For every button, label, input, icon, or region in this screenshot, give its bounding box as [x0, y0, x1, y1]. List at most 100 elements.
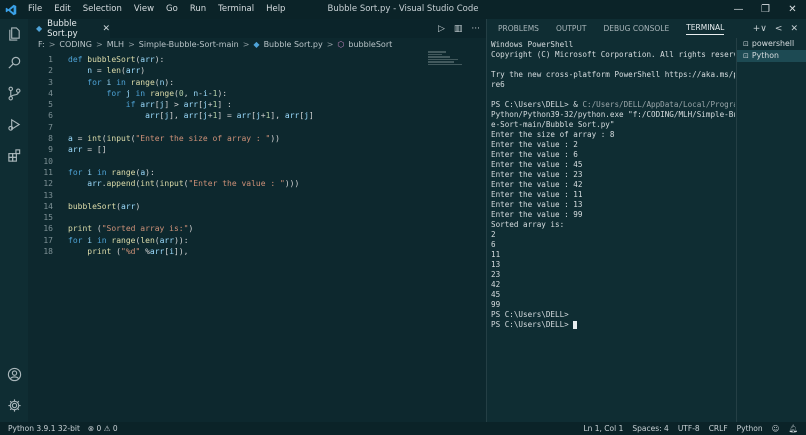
source-control-icon[interactable]	[0, 79, 28, 107]
code-line: 10	[43, 156, 53, 166]
feedback-icon[interactable]: ☺	[772, 424, 780, 433]
breadcrumb-drive[interactable]: F:	[38, 40, 45, 49]
code-line: 13	[43, 190, 53, 200]
code-line: 7	[48, 122, 53, 132]
explorer-icon[interactable]	[0, 19, 28, 47]
language-mode[interactable]: Python	[737, 424, 763, 433]
indentation[interactable]: Spaces: 4	[632, 424, 668, 433]
tab-output[interactable]: OUTPUT	[556, 24, 587, 33]
title-bar: File Edit Selection View Go Run Terminal…	[0, 0, 806, 19]
tab-problems[interactable]: PROBLEMS	[498, 24, 539, 33]
problems-count[interactable]: ⊗ 0 ⚠ 0	[88, 424, 118, 433]
editor-actions: ▷ ▥ ···	[438, 19, 480, 38]
menu-go[interactable]: Go	[160, 0, 184, 19]
breadcrumb-separator-icon: >	[242, 40, 250, 49]
panel-actions: +∨ < ✕	[753, 19, 798, 38]
code-line: 16 print ("Sorted array is:")	[43, 224, 194, 234]
menu-run[interactable]: Run	[184, 0, 212, 19]
terminal-line: 13	[491, 260, 501, 269]
terminal-line: Enter the value : 11	[491, 190, 583, 199]
maximize-button[interactable]: ❐	[752, 0, 779, 19]
terminal-command-line: PS C:\Users\DELL> & C:/Users/DELL/AppDat…	[491, 100, 735, 109]
menu-file[interactable]: File	[22, 0, 48, 19]
encoding[interactable]: UTF-8	[678, 424, 700, 433]
breadcrumb-symbol[interactable]: bubbleSort	[348, 40, 392, 49]
menu-help[interactable]: Help	[260, 0, 291, 19]
terminal-line: Enter the value : 42	[491, 180, 583, 189]
code-line: 6 arr[j], arr[j+1] = arr[j+1], arr[j]	[48, 111, 314, 121]
terminal-line: Sorted array is:	[491, 220, 565, 229]
activity-bar	[0, 19, 28, 422]
run-debug-icon[interactable]	[0, 110, 28, 138]
python-interpreter[interactable]: Python 3.9.1 32-bit	[8, 424, 80, 433]
menu-terminal[interactable]: Terminal	[212, 0, 260, 19]
chevron-left-icon[interactable]: <	[775, 24, 783, 34]
breadcrumb-folder[interactable]: Simple-Bubble-Sort-main	[139, 40, 239, 49]
breadcrumb-separator-icon: >	[326, 40, 334, 49]
close-button[interactable]: ✕	[779, 0, 806, 19]
terminal-line: 23	[491, 270, 501, 279]
terminal-item-python[interactable]: ⊡ Python	[737, 50, 806, 62]
terminal-line: Copyright (C) Microsoft Corporation. All…	[491, 50, 735, 59]
terminal-line: 2	[491, 230, 496, 239]
tab-debug-console[interactable]: DEBUG CONSOLE	[604, 24, 670, 33]
breadcrumb-mlh[interactable]: MLH	[107, 40, 124, 49]
tab-close-icon[interactable]: ✕	[102, 24, 110, 34]
tab-terminal[interactable]: TERMINAL	[686, 23, 725, 35]
code-line: 3 for i in range(n):	[48, 77, 175, 87]
status-bar: Python 3.9.1 32-bit ⊗ 0 ⚠ 0 Ln 1, Col 1 …	[0, 422, 806, 435]
terminal-icon: ⊡	[743, 40, 749, 48]
menu-bar: File Edit Selection View Go Run Terminal…	[22, 0, 291, 19]
terminal-item-powershell[interactable]: ⊡ powershell	[737, 38, 806, 50]
vscode-logo-icon	[0, 0, 22, 19]
terminal-line: re6	[491, 80, 505, 89]
terminal-line: 6	[491, 240, 496, 249]
notifications-bell-icon[interactable]: 🔔︎	[788, 424, 798, 433]
breadcrumb-separator-icon: >	[48, 40, 56, 49]
split-editor-icon[interactable]: ▥	[454, 24, 463, 34]
terminal-command-line: e-Sort-main/Bubble Sort.py"	[491, 120, 615, 129]
breadcrumb: F: > CODING > MLH > Simple-Bubble-Sort-main…	[28, 38, 486, 51]
menu-selection[interactable]: Selection	[77, 0, 128, 19]
editor-area: ◆ Bubble Sort.py ✕ ▷ ▥ ··· F: > CODING > M…	[28, 19, 486, 422]
account-icon[interactable]	[0, 360, 28, 388]
terminal-line: Enter the size of array : 8	[491, 130, 615, 139]
terminal-line: 99	[491, 300, 501, 309]
close-panel-icon[interactable]: ✕	[790, 24, 798, 34]
python-file-icon: ◆	[253, 40, 260, 49]
terminal-line: PS C:\Users\DELL>	[491, 310, 569, 319]
search-icon[interactable]	[0, 48, 28, 76]
new-terminal-icon[interactable]: +∨	[753, 24, 767, 34]
terminal-panel: PROBLEMS OUTPUT DEBUG CONSOLE TERMINAL +…	[487, 19, 806, 422]
terminal-icon: ⊡	[743, 52, 749, 60]
terminal-line: Enter the value : 2	[491, 140, 578, 149]
breadcrumb-coding[interactable]: CODING	[59, 40, 92, 49]
code-line: 18 print ("%d" %arr[i]),	[43, 247, 189, 257]
terminal-line: Enter the value : 45	[491, 160, 583, 169]
terminal-output[interactable]: Windows PowerShell Copyright (C) Microso…	[491, 40, 735, 330]
cursor-position[interactable]: Ln 1, Col 1	[583, 424, 623, 433]
code-line: 5 if arr[j] > arr[j+1] :	[48, 100, 232, 110]
terminal-prompt: PS C:\Users\DELL>	[491, 320, 735, 330]
code-editor[interactable]: 1 def bubbleSort(arr): 2 n = len(arr) 3 f…	[28, 54, 486, 257]
run-file-icon[interactable]: ▷	[438, 24, 445, 34]
line-ending[interactable]: CRLF	[709, 424, 728, 433]
code-line: 4 for j in range(0, n-i-1):	[48, 88, 228, 98]
more-actions-icon[interactable]: ···	[471, 24, 480, 34]
menu-edit[interactable]: Edit	[48, 0, 76, 19]
code-line: 2 n = len(arr)	[48, 66, 146, 76]
terminal-line: 42	[491, 280, 501, 289]
tab-bubble-sort[interactable]: ◆ Bubble Sort.py ✕	[28, 19, 110, 39]
terminal-line: 45	[491, 290, 501, 299]
terminal-line: Enter the value : 23	[491, 170, 583, 179]
extensions-icon[interactable]	[0, 141, 28, 169]
breadcrumb-file[interactable]: Bubble Sort.py	[264, 40, 323, 49]
gear-icon[interactable]	[0, 391, 28, 419]
code-line: 9 arr = []	[48, 145, 107, 155]
minimize-button[interactable]: —	[725, 0, 752, 19]
terminal-command-line: Python/Python39-32/python.exe "f:/CODING…	[491, 110, 735, 119]
menu-view[interactable]: View	[128, 0, 160, 19]
terminal-line: Enter the value : 99	[491, 210, 583, 219]
